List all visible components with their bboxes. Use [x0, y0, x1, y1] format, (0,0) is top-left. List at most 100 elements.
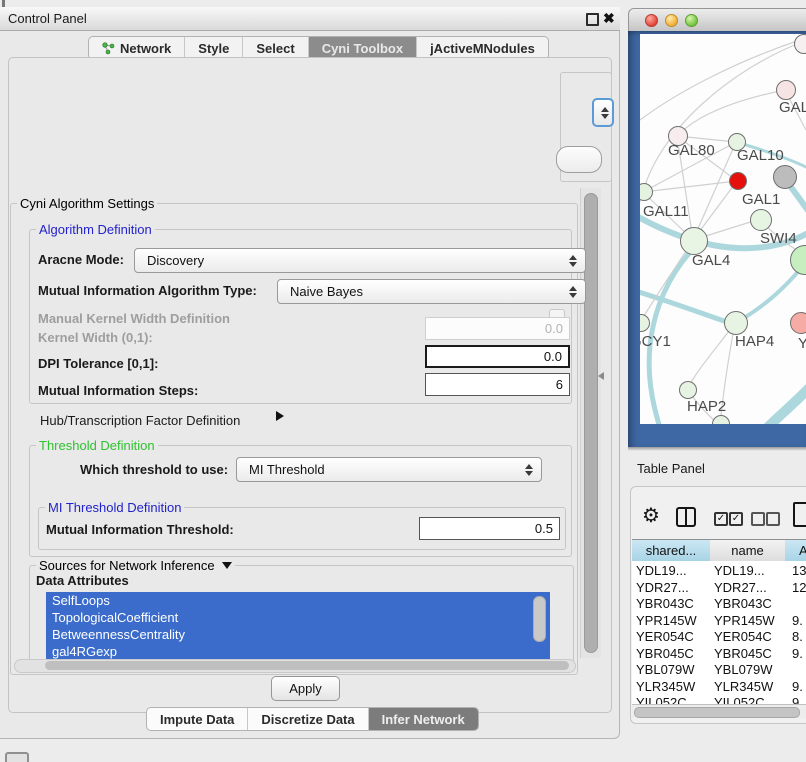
cell[interactable]: YBL079W: [636, 662, 695, 679]
table-body[interactable]: YDL19... YDL19... 13 YDR27... YDR27... 1…: [632, 561, 806, 704]
cell[interactable]: YER054C: [714, 629, 772, 646]
table-hscrollbar-thumb[interactable]: [634, 707, 800, 718]
cell[interactable]: YBR045C: [714, 646, 772, 663]
network-node-gray[interactable]: [773, 165, 797, 189]
close-traffic-light-icon[interactable]: [645, 14, 658, 27]
threshold-definition-title: Threshold Definition: [36, 438, 158, 453]
cell[interactable]: YBL079W: [714, 662, 773, 679]
hub-definition-label[interactable]: Hub/Transcription Factor Definition: [40, 413, 240, 428]
which-threshold-combobox[interactable]: MI Threshold: [236, 457, 542, 482]
collapse-arrow-icon[interactable]: [222, 562, 232, 569]
columns-icon[interactable]: [676, 507, 696, 527]
stepper-icon[interactable]: [525, 464, 533, 476]
settings-hscrollbar[interactable]: [14, 659, 576, 673]
which-threshold-label: Which threshold to use:: [80, 462, 228, 477]
unchecked-checkbox-icon[interactable]: [766, 512, 780, 526]
cell[interactable]: 9: [792, 695, 799, 704]
gear-icon[interactable]: ⚙: [642, 503, 660, 528]
node-label: HAP4: [735, 333, 774, 350]
tab-select[interactable]: Select: [243, 37, 308, 59]
minimize-traffic-light-icon[interactable]: [665, 14, 678, 27]
cell[interactable]: 13: [792, 563, 806, 580]
list-item[interactable]: SelfLoops: [46, 592, 550, 609]
table-hscrollbar[interactable]: [632, 704, 806, 718]
checked-checkbox-icon[interactable]: ✓: [729, 512, 743, 526]
cell[interactable]: 9.: [792, 613, 803, 630]
node-label: HAP2: [687, 398, 726, 415]
cell[interactable]: YDL19...: [636, 563, 687, 580]
combobox-fragment[interactable]: [556, 146, 602, 173]
mi-threshold-field[interactable]: 0.5: [419, 517, 560, 540]
column-header-name[interactable]: name: [710, 539, 786, 562]
sources-group-title: Sources for Network Inference: [36, 558, 235, 573]
cell[interactable]: YER054C: [636, 629, 694, 646]
mi-type-combobox[interactable]: Naive Bayes: [277, 279, 586, 304]
network-node-gal4[interactable]: [680, 227, 708, 255]
split-divider-arrow-icon[interactable]: [598, 372, 604, 380]
column-header-third[interactable]: A: [785, 539, 806, 562]
checked-checkbox-icon[interactable]: ✓: [714, 512, 728, 526]
tab-network[interactable]: Network: [89, 37, 185, 59]
list-item[interactable]: TopologicalCoefficient: [46, 609, 550, 626]
cell[interactable]: 12: [792, 580, 806, 597]
apply-button[interactable]: Apply: [271, 676, 340, 701]
network-node-hap2[interactable]: [679, 381, 697, 399]
network-node[interactable]: [776, 80, 796, 100]
list-item[interactable]: BetweennessCentrality: [46, 626, 550, 643]
settings-scrollbar-thumb[interactable]: [584, 193, 598, 653]
network-window-titlebar[interactable]: [628, 8, 806, 33]
expand-arrow-icon[interactable]: [276, 411, 284, 421]
close-icon[interactable]: ✖: [603, 10, 615, 27]
kernel-width-field[interactable]: 0.0: [425, 317, 570, 340]
data-attributes-label: Data Attributes: [36, 573, 129, 588]
mi-steps-field[interactable]: 6: [425, 373, 570, 396]
cell[interactable]: YPR145W: [714, 613, 775, 630]
table-header: shared... name A: [632, 539, 806, 561]
cell[interactable]: YIL052C: [636, 695, 687, 704]
cell[interactable]: YLR345W: [636, 679, 695, 696]
stepper-icon[interactable]: [569, 255, 577, 267]
tab-jactivemnodules[interactable]: jActiveMNodules: [417, 37, 548, 59]
cell[interactable]: YPR145W: [636, 613, 697, 630]
minimized-panel-button[interactable]: [5, 752, 29, 762]
float-window-icon[interactable]: [586, 13, 599, 26]
cell[interactable]: YDR27...: [636, 580, 689, 597]
tab-style[interactable]: Style: [185, 37, 243, 59]
cell[interactable]: YDL19...: [714, 563, 765, 580]
network-node-hap4[interactable]: [724, 311, 748, 335]
tab-impute-data[interactable]: Impute Data: [147, 708, 248, 730]
stepper-icon[interactable]: [569, 286, 577, 298]
network-node-gal1[interactable]: [750, 209, 772, 231]
network-canvas[interactable]: GAL GAL80 GAL10 GAL1 GAL11 GAL4 SWI4 GCY…: [640, 34, 806, 424]
cell[interactable]: YBR043C: [714, 596, 772, 613]
cell[interactable]: YDR27...: [714, 580, 767, 597]
unchecked-checkbox-icon[interactable]: [751, 512, 765, 526]
mi-type-label: Mutual Information Algorithm Type:: [38, 283, 257, 298]
tab-cyni-toolbox[interactable]: Cyni Toolbox: [309, 37, 417, 59]
zoom-traffic-light-icon[interactable]: [685, 14, 698, 27]
cell[interactable]: YBR045C: [636, 646, 694, 663]
cell[interactable]: YIL052C: [714, 695, 765, 704]
file-icon[interactable]: [793, 502, 806, 527]
node-label: GAL1: [742, 191, 780, 208]
tab-discretize-data[interactable]: Discretize Data: [248, 708, 368, 730]
cell[interactable]: 9.: [792, 646, 803, 663]
manual-kernel-label: Manual Kernel Width Definition: [38, 311, 230, 326]
cell[interactable]: 9.: [792, 679, 803, 696]
list-scrollbar-thumb[interactable]: [533, 596, 546, 642]
algorithm-combobox-stepper-fragment[interactable]: [592, 98, 614, 127]
settings-hscrollbar-thumb[interactable]: [45, 661, 569, 670]
dpi-tolerance-field[interactable]: 0.0: [425, 345, 570, 368]
node-label: GAL80: [668, 142, 715, 159]
network-node-red[interactable]: [729, 172, 747, 190]
aracne-mode-combobox[interactable]: Discovery: [134, 248, 586, 273]
column-header-shared-name[interactable]: shared...: [632, 539, 711, 562]
cell[interactable]: YBR043C: [636, 596, 694, 613]
tab-network-label: Network: [120, 41, 171, 56]
network-node-salmon[interactable]: [790, 312, 806, 334]
list-item[interactable]: gal4RGexp: [46, 643, 550, 659]
tab-infer-network[interactable]: Infer Network: [369, 708, 478, 730]
data-attributes-list[interactable]: SelfLoops TopologicalCoefficient Between…: [46, 592, 550, 659]
cell[interactable]: YLR345W: [714, 679, 773, 696]
cell[interactable]: 8.: [792, 629, 803, 646]
